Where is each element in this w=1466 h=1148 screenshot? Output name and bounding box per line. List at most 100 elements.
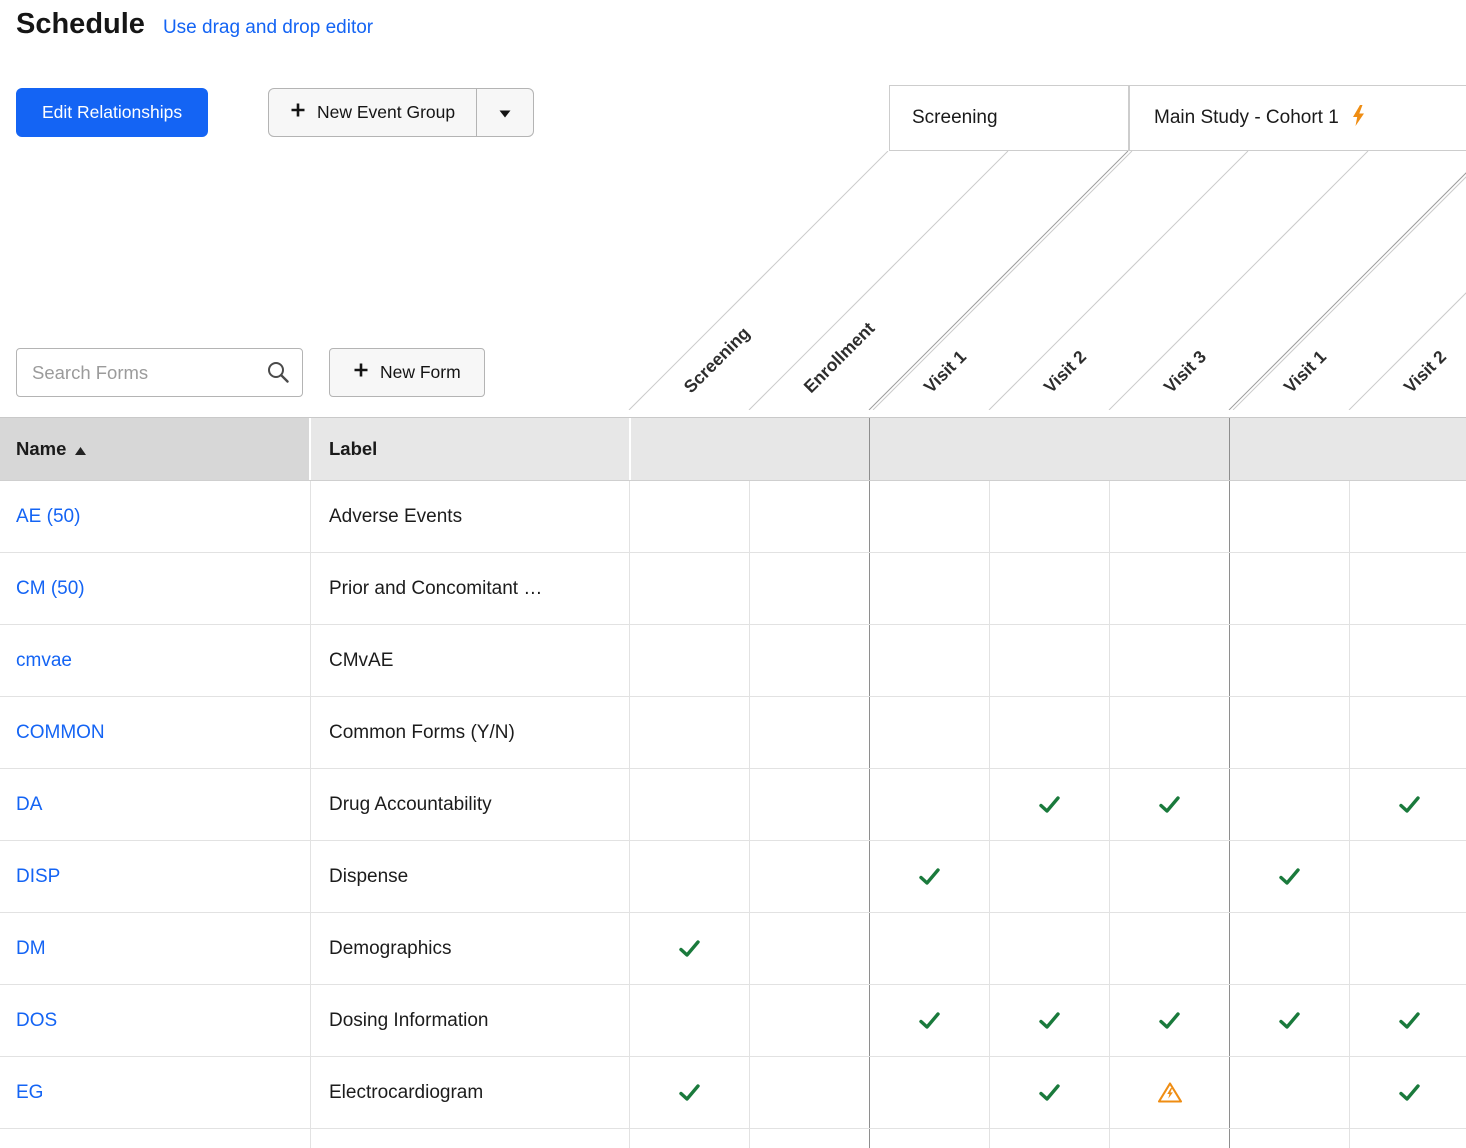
schedule-empty-cell[interactable] (629, 985, 749, 1056)
schedule-empty-cell[interactable] (869, 1129, 989, 1148)
event-column-header[interactable]: Visit 1 (1280, 346, 1331, 397)
schedule-empty-cell[interactable] (749, 769, 869, 840)
table-row: EGElectrocardiogram (0, 1057, 1466, 1129)
schedule-empty-cell[interactable] (1109, 841, 1229, 912)
schedule-empty-cell[interactable] (629, 697, 749, 768)
schedule-empty-cell[interactable] (1349, 481, 1466, 552)
form-name-link[interactable]: CM (50) (16, 578, 85, 600)
name-column-header[interactable]: Name (0, 418, 311, 480)
name-cell: DOS (0, 985, 311, 1056)
form-name-link[interactable]: cmvae (16, 650, 72, 672)
search-forms-input[interactable] (16, 348, 303, 397)
event-column-header[interactable]: Visit 2 (1400, 346, 1451, 397)
schedule-empty-cell[interactable] (869, 625, 989, 696)
scheduled-check-cell[interactable] (1349, 769, 1466, 840)
schedule-empty-cell[interactable] (1349, 841, 1466, 912)
event-column-header[interactable]: Screening (680, 323, 754, 397)
schedule-empty-cell[interactable] (989, 481, 1109, 552)
label-column-header[interactable]: Label (311, 418, 629, 480)
event-column-header[interactable]: Enrollment (800, 318, 879, 397)
schedule-empty-cell[interactable] (869, 1057, 989, 1128)
scheduled-check-cell[interactable] (1349, 985, 1466, 1056)
schedule-empty-cell[interactable] (1109, 625, 1229, 696)
form-name-link[interactable]: DOS (16, 1010, 57, 1032)
event-column-header[interactable]: Visit 3 (1160, 346, 1211, 397)
schedule-empty-cell[interactable] (629, 841, 749, 912)
schedule-empty-cell[interactable] (629, 625, 749, 696)
event-group-header-main-study-cohort-1[interactable]: Main Study - Cohort 1 (1129, 85, 1466, 151)
schedule-empty-cell[interactable] (749, 985, 869, 1056)
scheduled-check-cell[interactable] (1229, 985, 1349, 1056)
schedule-empty-cell[interactable] (989, 913, 1109, 984)
schedule-empty-cell[interactable] (1349, 1129, 1466, 1148)
drag-drop-editor-link[interactable]: Use drag and drop editor (163, 17, 373, 39)
schedule-empty-cell[interactable] (1109, 1129, 1229, 1148)
schedule-empty-cell[interactable] (749, 841, 869, 912)
schedule-empty-cell[interactable] (749, 625, 869, 696)
schedule-empty-cell[interactable] (989, 1129, 1109, 1148)
schedule-empty-cell[interactable] (1349, 913, 1466, 984)
schedule-empty-cell[interactable] (629, 553, 749, 624)
edit-relationships-button[interactable]: Edit Relationships (16, 88, 208, 137)
schedule-empty-cell[interactable] (989, 697, 1109, 768)
schedule-empty-cell[interactable] (989, 553, 1109, 624)
schedule-empty-cell[interactable] (749, 913, 869, 984)
form-name-link[interactable]: AE (50) (16, 506, 80, 528)
schedule-empty-cell[interactable] (749, 1057, 869, 1128)
new-form-button[interactable]: New Form (329, 348, 485, 397)
schedule-empty-cell[interactable] (1229, 769, 1349, 840)
form-name-link[interactable]: COMMON (16, 722, 105, 744)
scheduled-check-cell[interactable] (989, 1057, 1109, 1128)
schedule-empty-cell[interactable] (869, 553, 989, 624)
search-icon[interactable] (266, 360, 290, 389)
event-column-header[interactable]: Visit 2 (1040, 346, 1091, 397)
schedule-empty-cell[interactable] (1229, 625, 1349, 696)
schedule-empty-cell[interactable] (629, 769, 749, 840)
new-event-group-button[interactable]: New Event Group (268, 88, 477, 137)
schedule-empty-cell[interactable] (629, 1129, 749, 1148)
schedule-empty-cell[interactable] (1109, 553, 1229, 624)
scheduled-check-cell[interactable] (869, 841, 989, 912)
schedule-empty-cell[interactable] (1349, 553, 1466, 624)
schedule-empty-cell[interactable] (989, 625, 1109, 696)
schedule-empty-cell[interactable] (1229, 1129, 1349, 1148)
scheduled-check-cell[interactable] (629, 1057, 749, 1128)
schedule-empty-cell[interactable] (1109, 913, 1229, 984)
schedule-empty-cell[interactable] (869, 481, 989, 552)
schedule-empty-cell[interactable] (749, 481, 869, 552)
schedule-empty-cell[interactable] (989, 841, 1109, 912)
schedule-empty-cell[interactable] (749, 1129, 869, 1148)
schedule-empty-cell[interactable] (869, 769, 989, 840)
schedule-empty-cell[interactable] (1229, 697, 1349, 768)
schedule-empty-cell[interactable] (869, 697, 989, 768)
scheduled-check-cell[interactable] (989, 769, 1109, 840)
schedule-empty-cell[interactable] (869, 913, 989, 984)
scheduled-check-cell[interactable] (629, 913, 749, 984)
schedule-empty-cell[interactable] (749, 697, 869, 768)
schedule-empty-cell[interactable] (1229, 553, 1349, 624)
scheduled-check-cell[interactable] (1349, 1057, 1466, 1128)
scheduled-check-cell[interactable] (1229, 841, 1349, 912)
schedule-warning-cell[interactable] (1109, 1057, 1229, 1128)
schedule-empty-cell[interactable] (1229, 1057, 1349, 1128)
form-name-link[interactable]: DISP (16, 866, 60, 888)
schedule-empty-cell[interactable] (629, 481, 749, 552)
form-name-link[interactable]: DM (16, 938, 46, 960)
schedule-empty-cell[interactable] (1349, 697, 1466, 768)
schedule-empty-cell[interactable] (749, 553, 869, 624)
new-event-group-dropdown-button[interactable] (477, 88, 534, 137)
schedule-empty-cell[interactable] (1109, 481, 1229, 552)
scheduled-check-cell[interactable] (989, 985, 1109, 1056)
schedule-empty-cell[interactable] (1109, 697, 1229, 768)
form-name-link[interactable]: DA (16, 794, 42, 816)
scheduled-check-cell[interactable] (1109, 769, 1229, 840)
schedule-empty-cell[interactable] (1229, 481, 1349, 552)
schedule-empty-cell[interactable] (1349, 625, 1466, 696)
scheduled-check-cell[interactable] (869, 985, 989, 1056)
event-group-header-screening[interactable]: Screening (889, 85, 1129, 151)
table-row: DADrug Accountability (0, 769, 1466, 841)
scheduled-check-cell[interactable] (1109, 985, 1229, 1056)
schedule-empty-cell[interactable] (1229, 913, 1349, 984)
event-column-header[interactable]: Visit 1 (920, 346, 971, 397)
form-name-link[interactable]: EG (16, 1082, 43, 1104)
